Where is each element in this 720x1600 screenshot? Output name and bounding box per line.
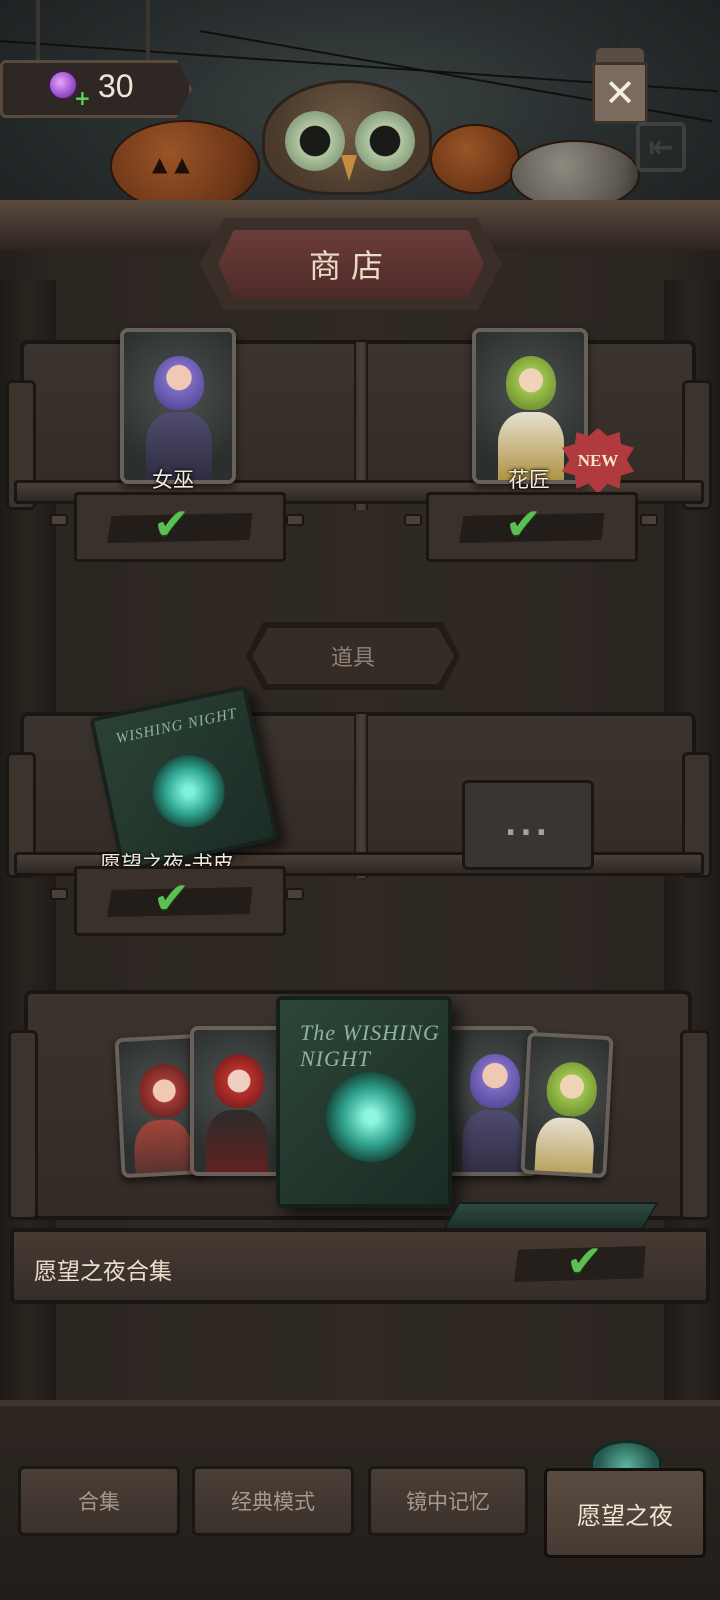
character-name-witch: 女巫 bbox=[152, 468, 194, 492]
shelf-side bbox=[680, 1030, 710, 1220]
owned-plaque-witch: ✔ bbox=[74, 492, 286, 562]
book-cover-item[interactable]: WISHING NIGHT bbox=[89, 685, 279, 873]
tab-wishing-night[interactable]: 愿望之夜 bbox=[544, 1468, 706, 1558]
owned-check-icon: ✔ bbox=[153, 499, 190, 550]
plaque-pin bbox=[404, 514, 422, 526]
exit-icon[interactable]: ⇤ bbox=[636, 122, 686, 172]
items-section-label: 道具 bbox=[252, 628, 454, 684]
page-title: 商店 bbox=[218, 230, 484, 298]
owned-plaque-book-cover: ✔ bbox=[74, 866, 286, 936]
owned-plaque-gardener: ✔ bbox=[426, 492, 638, 562]
bundle-name: 愿望之夜合集 bbox=[34, 1259, 172, 1285]
tab-mirror-memory[interactable]: 镜中记忆 bbox=[368, 1466, 528, 1536]
currency-value: 30 bbox=[98, 68, 134, 104]
spiral-emblem-icon bbox=[326, 1072, 416, 1162]
shelf-side bbox=[8, 1030, 38, 1220]
plaque-pin bbox=[286, 514, 304, 526]
plaque-pin bbox=[640, 514, 658, 526]
owned-check-icon: ✔ bbox=[153, 873, 190, 924]
pumpkin-decoration: ▲ ▲ bbox=[110, 120, 260, 212]
currency-panel bbox=[0, 60, 192, 118]
bundle-card-queen bbox=[190, 1026, 282, 1176]
add-currency-icon[interactable]: + bbox=[74, 86, 91, 110]
currency-rope bbox=[36, 0, 40, 62]
owned-check-icon: ✔ bbox=[505, 499, 542, 550]
bundle-book: The WISHING NIGHT bbox=[276, 996, 452, 1208]
tab-classic-mode[interactable]: 经典模式 bbox=[192, 1466, 354, 1536]
spiral-emblem-icon bbox=[145, 748, 232, 834]
character-name-gardener: 花匠 bbox=[508, 468, 550, 492]
pumpkin-decoration bbox=[430, 124, 520, 194]
book-cover-title: WISHING NIGHT bbox=[114, 705, 239, 748]
character-card-witch[interactable] bbox=[120, 328, 236, 484]
close-button[interactable]: ✕ bbox=[590, 48, 650, 128]
bundle-card-gardener bbox=[520, 1031, 614, 1179]
currency-rope bbox=[146, 0, 150, 62]
tab-collection[interactable]: 合集 bbox=[18, 1466, 180, 1536]
lantern-chain bbox=[617, 0, 620, 48]
owned-check-icon: ✔ bbox=[566, 1236, 603, 1287]
plaque-pin bbox=[286, 888, 304, 900]
owl-decoration bbox=[262, 80, 432, 195]
bundle-book-title: The WISHING NIGHT bbox=[300, 1020, 440, 1071]
plaque-pin bbox=[50, 888, 68, 900]
close-icon: ✕ bbox=[592, 62, 648, 124]
more-items-placeholder[interactable]: ... bbox=[462, 780, 594, 870]
plaque-pin bbox=[50, 514, 68, 526]
